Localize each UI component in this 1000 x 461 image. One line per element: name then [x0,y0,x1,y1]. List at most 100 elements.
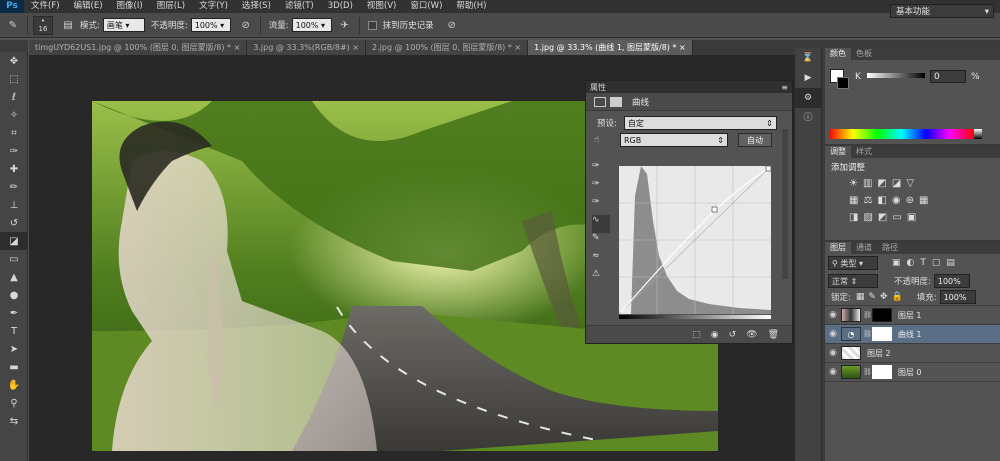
auto-button[interactable]: 自动 [738,133,772,147]
eraser-tool-preset-icon[interactable]: ✎ [4,16,22,34]
menu-image[interactable]: 图像(I) [110,0,150,13]
gradient-tool-icon[interactable]: ▭ [0,250,28,268]
photo-filter-icon[interactable]: ◉ [892,195,901,206]
visibility-eye-icon[interactable]: ◉ [825,348,841,358]
close-icon[interactable]: × [234,43,241,52]
clipping-warning-icon[interactable]: ⚠ [592,269,610,287]
layer-opacity-input[interactable]: 100% [933,273,970,288]
eraser-tool-icon[interactable]: ◪ [0,232,28,250]
menu-edit[interactable]: 编辑(E) [67,0,110,13]
curve-graph[interactable] [619,166,771,314]
chain-link-icon[interactable]: ⛓ [863,368,872,376]
filter-shape-icon[interactable]: ▢ [932,258,941,268]
tab-3jpg[interactable]: 3.jpg @ 33.3%(RGB/8#) × [247,40,367,55]
history-panel-icon[interactable]: ⌛ [795,48,821,68]
menu-file[interactable]: 文件(F) [24,0,67,13]
k-value-input[interactable]: 0 [930,70,966,83]
chain-link-icon[interactable]: ⛓ [863,330,872,338]
menu-window[interactable]: 窗口(W) [403,0,449,13]
brush-size-picker[interactable]: • 16 [33,15,53,35]
tab-paths[interactable]: 路径 [877,242,903,254]
mask-icon[interactable] [610,96,622,107]
layer-filter-dropdown[interactable]: ⚲ 类型 ▾ [828,256,878,270]
erase-history-checkbox[interactable] [367,20,377,30]
white-point-eyedropper-icon[interactable]: ✑ [592,197,610,215]
tab-adjustments[interactable]: 调整 [825,146,851,158]
type-tool-icon[interactable]: T [0,322,28,340]
gray-point-eyedropper-icon[interactable]: ✑ [592,179,610,197]
pressure-size-icon[interactable]: ⊘ [443,16,461,34]
info-panel-icon[interactable]: ⓘ [795,108,821,128]
menu-view[interactable]: 视图(V) [360,0,403,13]
menu-type[interactable]: 文字(Y) [192,0,235,13]
crop-tool-icon[interactable]: ⌗ [0,124,28,142]
vibrance-icon[interactable]: ▽ [906,178,914,189]
lock-all-icon[interactable]: 🔒 [891,292,902,302]
close-icon[interactable]: × [514,43,521,52]
curves-adjust-icon[interactable]: ◩ [877,178,886,189]
path-selection-tool-icon[interactable]: ➤ [0,340,28,358]
tab-channels[interactable]: 通道 [851,242,877,254]
channel-mixer-icon[interactable]: ⊛ [906,195,914,206]
grayscale-ramp[interactable] [974,129,982,139]
healing-brush-tool-icon[interactable]: ✚ [0,160,28,178]
eyedropper-tool-icon[interactable]: ✑ [0,142,28,160]
lock-transparency-icon[interactable]: ▦ [856,292,865,302]
reset-icon[interactable]: ↺ [729,330,737,340]
clip-to-layer-icon[interactable]: ⬚ [692,330,701,340]
swap-colors-icon[interactable]: ⇆ [0,412,28,430]
trash-icon[interactable]: 🗑 [768,330,779,340]
layer-row-3[interactable]: ◉ 图层 2 [825,344,1000,363]
visibility-eye-icon[interactable]: ◉ [825,329,841,339]
magic-wand-tool-icon[interactable]: ✧ [0,106,28,124]
layer-mask-thumbnail[interactable] [871,327,892,341]
tab-timg[interactable]: timgUYD62US1.jpg @ 100% (图层 0, 图层蒙版/8) *… [29,40,248,55]
black-white-icon[interactable]: ◧ [877,195,886,206]
pen-tool-icon[interactable]: ✒ [0,304,28,322]
curve-edit-icon[interactable]: ∿ [592,215,610,233]
blend-mode-dropdown[interactable]: 正常 ⇕ [828,273,878,288]
lasso-tool-icon[interactable]: ℓ [0,88,28,106]
filter-smart-icon[interactable]: ▤ [946,258,955,268]
preset-dropdown[interactable]: 自定 ⇕ [623,115,777,130]
hand-target-icon[interactable]: ☝ [594,135,608,145]
move-tool-icon[interactable]: ✥ [0,52,28,70]
posterize-icon[interactable]: ▨ [863,212,872,223]
curve-endpoint[interactable] [765,166,771,172]
brightness-icon[interactable]: ☀ [849,178,858,189]
smooth-icon[interactable]: ≈ [592,251,610,269]
workspace-dropdown[interactable]: 基本功能 ▾ [890,4,994,18]
layer-row-1[interactable]: ◉ ⛓ 图层 1 [825,306,1000,325]
menu-filter[interactable]: 滤镜(T) [278,0,321,13]
opacity-input[interactable]: 100% ▾ [190,18,231,32]
tab-styles[interactable]: 样式 [851,146,877,158]
selective-color-icon[interactable]: ▣ [907,212,916,223]
black-point-eyedropper-icon[interactable]: ✑ [592,161,610,179]
properties-panel-icon[interactable]: ⚙ [795,88,821,108]
menu-help[interactable]: 帮助(H) [449,0,493,13]
invert-icon[interactable]: ◨ [849,212,858,223]
mode-dropdown[interactable]: 画笔 ▾ [102,18,145,32]
marquee-tool-icon[interactable]: ⬚ [0,70,28,88]
filter-adjust-icon[interactable]: ◐ [907,258,915,268]
pressure-opacity-icon[interactable]: ⊘ [237,16,255,34]
visibility-eye-icon[interactable]: 👁 [746,330,757,340]
color-balance-icon[interactable]: ⚖ [863,195,872,206]
filter-type-icon[interactable]: T [920,258,926,268]
lock-pixels-icon[interactable]: ✎ [868,292,876,302]
hue-saturation-icon[interactable]: ▦ [849,195,858,206]
menu-layer[interactable]: 图层(L) [150,0,192,13]
hand-tool-icon[interactable]: ✋ [0,376,28,394]
filter-pixel-icon[interactable]: ▣ [892,258,901,268]
clone-stamp-tool-icon[interactable]: ⊥ [0,196,28,214]
close-icon[interactable]: × [679,43,686,52]
layer-mask-thumbnail[interactable] [871,308,892,322]
blur-tool-icon[interactable]: ▲ [0,268,28,286]
tab-color[interactable]: 颜色 [825,48,851,60]
zoom-tool-icon[interactable]: ⚲ [0,394,28,412]
levels-icon[interactable]: ▥ [863,178,872,189]
threshold-icon[interactable]: ◩ [878,212,887,223]
tab-2jpg[interactable]: 2.jpg @ 100% (图层 0, 图层蒙版/8) * × [366,40,529,55]
view-previous-icon[interactable]: ◉ [711,330,719,340]
exposure-icon[interactable]: ◪ [892,178,901,189]
